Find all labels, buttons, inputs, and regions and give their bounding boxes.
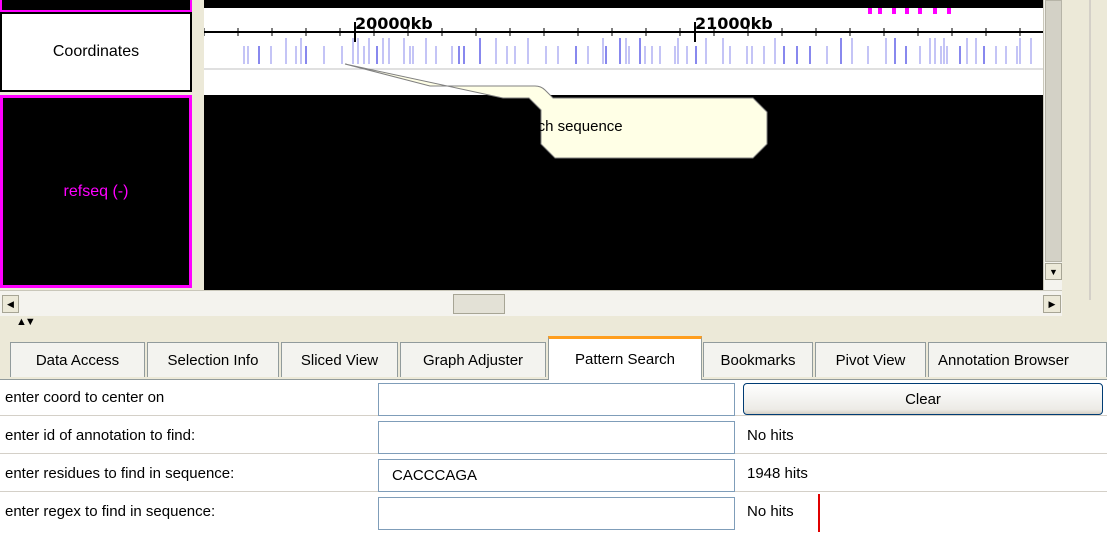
annotation-mark [868,8,872,14]
axis-tick-label: 21000kb [695,14,773,33]
regex-row: enter regex to find in sequence: No hits [0,494,1107,532]
tab-graph-adjuster[interactable]: Graph Adjuster [400,342,546,377]
coordinates-track-label[interactable]: Coordinates [0,12,192,92]
vertical-scroll-thumb[interactable] [1045,0,1062,262]
tab-pattern-search[interactable]: Pattern Search [548,336,702,380]
annotation-id-input[interactable] [378,421,735,454]
tab-label: Selection Info [167,351,259,369]
scroll-left-arrow-icon[interactable]: ◀ [2,295,19,313]
annotation-id-label: enter id of annotation to find: [5,427,196,444]
label-divider [192,0,204,290]
regex-label: enter regex to find in sequence: [5,503,216,520]
tab-label: Graph Adjuster [422,351,524,369]
coord-input[interactable] [378,383,735,416]
refseq-label-text: refseq (-) [63,182,129,200]
tab-label: Sliced View [300,351,379,369]
residues-label: enter residues to find in sequence: [5,465,235,482]
annotation-mark [892,8,896,14]
tab-label: Bookmarks [720,351,796,369]
regex-result: No hits [747,503,794,520]
split-pane-divider[interactable]: ▲▼ [0,316,1107,330]
coord-label: enter coord to center on [5,389,165,406]
annotation-mark [878,8,882,14]
annotation-id-result: No hits [747,427,794,444]
coordinates-label-text: Coordinates [52,43,140,60]
annotation-mark [905,8,909,14]
tab-data-access[interactable]: Data Access [10,342,145,377]
residues-result: 1948 hits [747,465,808,482]
scroll-down-arrow-icon[interactable]: ▼ [1045,263,1062,280]
tab-label: Annotation Browser [938,351,1069,369]
tab-label: Pivot View [835,351,906,369]
scroll-right-arrow-icon[interactable]: ▶ [1043,295,1061,313]
tab-pivot-view[interactable]: Pivot View [815,342,926,377]
tab-bar: Data Access Selection Info Sliced View G… [0,330,1107,380]
tab-label: Pattern Search [574,351,676,368]
pattern-search-form: enter coord to center on Clear enter id … [0,380,1107,548]
annotation-id-row: enter id of annotation to find: No hits [0,418,1107,454]
coord-row: enter coord to center on Clear [0,380,1107,416]
right-divider [1089,0,1091,300]
tab-annotation-browser[interactable]: Annotation Browser [928,342,1107,377]
callout-bubble [344,63,768,159]
genome-viewer: Coordinates refseq (-) 20000kb 21000kb I… [0,0,1107,318]
callout-text: Instances of your search sequence [390,118,623,135]
right-gutter [1062,0,1107,318]
regex-input[interactable] [378,497,735,530]
vertical-scrollbar[interactable]: ▼ [1043,0,1062,290]
annotation-mark [947,8,951,14]
splitter-arrows-icon[interactable]: ▲▼ [16,316,36,328]
horizontal-scrollbar[interactable]: ◀ ▶ [0,290,1062,316]
refseq-track-label[interactable]: refseq (-) [0,95,192,288]
tab-bookmarks[interactable]: Bookmarks [703,342,813,377]
residues-input[interactable] [378,459,735,492]
axis-tick-label: 20000kb [355,14,433,33]
tab-selection-info[interactable]: Selection Info [147,342,279,377]
horizontal-scroll-thumb[interactable] [453,294,505,314]
tab-label: Data Access [35,351,120,369]
annotation-mark [933,8,937,14]
app-window: Coordinates refseq (-) 20000kb 21000kb I… [0,0,1107,548]
track-label-partial[interactable] [0,0,192,12]
clear-button[interactable]: Clear [743,383,1103,415]
annotation-mark [918,8,922,14]
text-cursor [818,494,820,532]
residues-row: enter residues to find in sequence: 1948… [0,456,1107,492]
tab-sliced-view[interactable]: Sliced View [281,342,398,377]
